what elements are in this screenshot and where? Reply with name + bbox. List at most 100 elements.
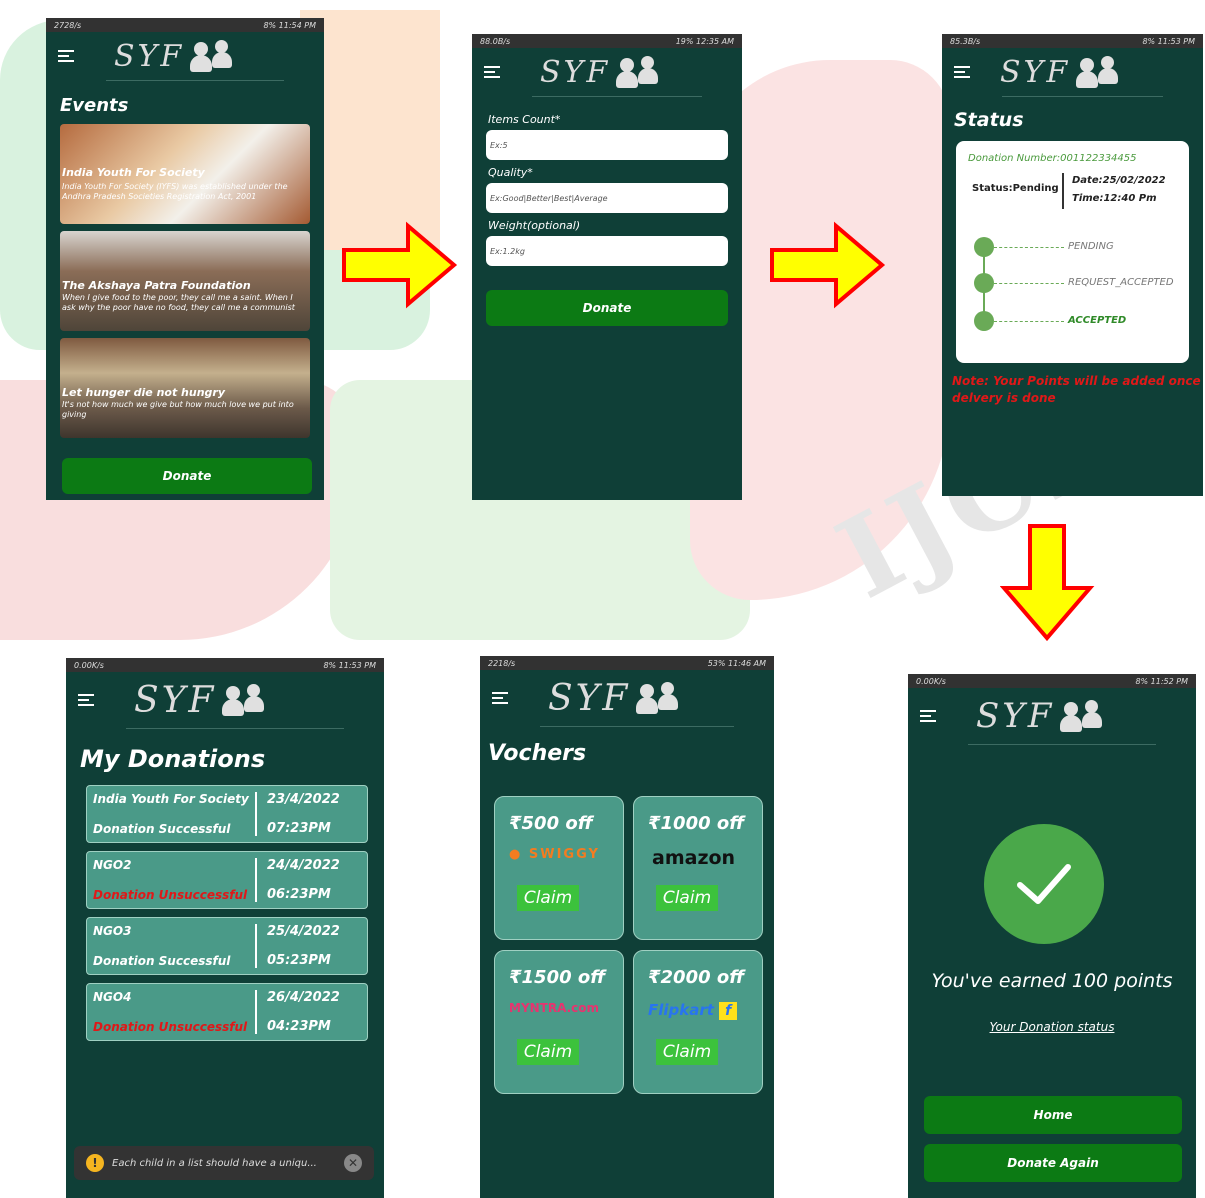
people-icon bbox=[616, 56, 660, 88]
donation-result: Donation Successful bbox=[93, 954, 231, 968]
network-speed: 88.0B/s bbox=[480, 36, 511, 46]
arrow-down-icon bbox=[1000, 522, 1096, 642]
menu-icon[interactable] bbox=[954, 66, 970, 78]
status-screen: 85.3B/s 8% 11:53 PM SYF Status Donation … bbox=[942, 34, 1203, 496]
timeline-connector bbox=[994, 321, 1064, 322]
flipkart-logo: Flipkart f bbox=[648, 1001, 738, 1020]
people-icon bbox=[1076, 56, 1120, 88]
donation-number: Donation Number:001122334455 bbox=[968, 153, 1137, 164]
ngo-name: NGO4 bbox=[93, 990, 132, 1004]
app-logo: SYF bbox=[114, 39, 234, 74]
donation-date: 26/4/2022 bbox=[267, 990, 340, 1005]
event-card[interactable]: India Youth For Society India Youth For … bbox=[60, 124, 310, 224]
ngo-name: NGO3 bbox=[93, 924, 132, 938]
donation-datetime: 25/4/2022 05:23PM bbox=[255, 924, 367, 968]
my-donations-screen: 0.00K/s 8% 11:53 PM SYF My Donations Ind… bbox=[66, 658, 384, 1198]
donation-status-link[interactable]: Your Donation status bbox=[908, 1020, 1196, 1034]
status-bar: 2218/s 53% 11:46 AM bbox=[480, 656, 774, 670]
donation-info: NGO3 Donation Successful bbox=[87, 918, 255, 974]
network-speed: 2218/s bbox=[488, 658, 516, 668]
timeline-dot bbox=[974, 273, 994, 293]
claim-button[interactable]: Claim bbox=[656, 1039, 718, 1065]
brand-name: amazon bbox=[652, 847, 736, 869]
close-icon[interactable]: ✕ bbox=[344, 1154, 362, 1172]
page-title: Status bbox=[954, 109, 1024, 131]
status-date: Date:25/02/2022 bbox=[1072, 175, 1166, 186]
donation-card[interactable]: India Youth For Society Donation Successf… bbox=[86, 785, 368, 843]
network-speed: 0.00K/s bbox=[74, 660, 104, 670]
voucher-amount: ₹500 off bbox=[509, 813, 593, 834]
network-speed: 85.3B/s bbox=[950, 36, 981, 46]
toast-text: Each child in a list should have a uniqu… bbox=[112, 1157, 317, 1169]
app-header: SYF bbox=[480, 670, 774, 726]
event-card[interactable]: The Akshaya Patra Foundation When I give… bbox=[60, 231, 310, 331]
donation-time: 06:23PM bbox=[267, 887, 331, 902]
voucher-card[interactable]: ₹500 off ● SWIGGY Claim bbox=[494, 796, 624, 940]
donation-card[interactable]: NGO4 Donation Unsuccessful 26/4/2022 04:23P… bbox=[86, 983, 368, 1041]
donation-time: 04:23PM bbox=[267, 1019, 331, 1034]
swiggy-logo: ● SWIGGY bbox=[509, 847, 600, 862]
event-title: India Youth For Society bbox=[62, 166, 205, 179]
header-divider bbox=[1002, 96, 1163, 97]
page-title: My Donations bbox=[80, 745, 266, 773]
status-bar: 85.3B/s 8% 11:53 PM bbox=[942, 34, 1203, 48]
success-check-icon bbox=[984, 824, 1104, 944]
claim-button[interactable]: Claim bbox=[517, 885, 579, 911]
app-logo: SYF bbox=[548, 678, 680, 719]
status-time: 8% 11:54 PM bbox=[263, 20, 316, 30]
donate-button[interactable]: Donate bbox=[486, 290, 728, 326]
app-header: SYF bbox=[908, 688, 1196, 744]
donate-button[interactable]: Donate bbox=[62, 458, 312, 494]
donation-card[interactable]: NGO3 Donation Successful 25/4/2022 05:23PM bbox=[86, 917, 368, 975]
claim-button[interactable]: Claim bbox=[517, 1039, 579, 1065]
donation-info: NGO4 Donation Unsuccessful bbox=[87, 984, 255, 1040]
timeline-label: REQUEST_ACCEPTED bbox=[1068, 277, 1174, 288]
donation-time: 05:23PM bbox=[267, 953, 331, 968]
logo-text: SYF bbox=[1000, 54, 1071, 90]
donation-card[interactable]: NGO2 Donation Unsuccessful 24/4/2022 06:23P… bbox=[86, 851, 368, 909]
app-header: SYF bbox=[942, 48, 1203, 96]
vouchers-screen: 2218/s 53% 11:46 AM SYF Vochers ₹500 off… bbox=[480, 656, 774, 1198]
ngo-name: NGO2 bbox=[93, 858, 132, 872]
items-count-label: Items Count* bbox=[488, 113, 561, 126]
donation-date: 24/4/2022 bbox=[267, 858, 340, 873]
status-bar: 2728/s 8% 11:54 PM bbox=[46, 18, 324, 32]
quality-input[interactable]: Ex:Good|Better|Best|Average bbox=[486, 183, 728, 213]
app-logo: SYF bbox=[540, 55, 660, 90]
status-time-value: Time:12:40 Pm bbox=[1072, 193, 1157, 204]
toast-warning[interactable]: ! Each child in a list should have a uni… bbox=[74, 1146, 374, 1180]
home-button[interactable]: Home bbox=[924, 1096, 1182, 1134]
logo-text: SYF bbox=[976, 696, 1055, 736]
voucher-card[interactable]: ₹1000 off amazon Claim bbox=[633, 796, 763, 940]
menu-icon[interactable] bbox=[920, 710, 936, 722]
logo-text: SYF bbox=[540, 54, 611, 90]
weight-input[interactable]: Ex:1.2kg bbox=[486, 236, 728, 266]
logo-text: SYF bbox=[134, 679, 217, 721]
events-screen: 2728/s 8% 11:54 PM SYF Events India Yout… bbox=[46, 18, 324, 500]
donate-again-button[interactable]: Donate Again bbox=[924, 1144, 1182, 1182]
page-title: Vochers bbox=[488, 741, 587, 766]
voucher-card[interactable]: ₹2000 off Flipkart f Claim bbox=[633, 950, 763, 1094]
divider bbox=[1062, 173, 1064, 209]
logo-text: SYF bbox=[114, 38, 185, 74]
event-title: The Akshaya Patra Foundation bbox=[62, 279, 251, 292]
app-logo: SYF bbox=[134, 680, 266, 721]
app-header: SYF bbox=[46, 32, 324, 80]
items-count-input[interactable]: Ex:5 bbox=[486, 130, 728, 160]
menu-icon[interactable] bbox=[58, 50, 74, 62]
claim-button[interactable]: Claim bbox=[656, 885, 718, 911]
donation-time: 07:23PM bbox=[267, 821, 331, 836]
warning-icon: ! bbox=[86, 1154, 104, 1172]
menu-icon[interactable] bbox=[78, 694, 94, 706]
status-bar: 0.00K/s 8% 11:52 PM bbox=[908, 674, 1196, 688]
menu-icon[interactable] bbox=[492, 692, 508, 704]
menu-icon[interactable] bbox=[484, 66, 500, 78]
donation-date: 25/4/2022 bbox=[267, 924, 340, 939]
event-card[interactable]: Let hunger die not hungry It's not how m… bbox=[60, 338, 310, 438]
voucher-card[interactable]: ₹1500 off MYNTRA.com Claim bbox=[494, 950, 624, 1094]
donation-result: Donation Successful bbox=[93, 822, 231, 836]
donation-info: India Youth For Society Donation Successf… bbox=[87, 786, 255, 842]
donation-date: 23/4/2022 bbox=[267, 792, 340, 807]
quality-label: Quality* bbox=[488, 166, 533, 179]
timeline-dot bbox=[974, 311, 994, 331]
